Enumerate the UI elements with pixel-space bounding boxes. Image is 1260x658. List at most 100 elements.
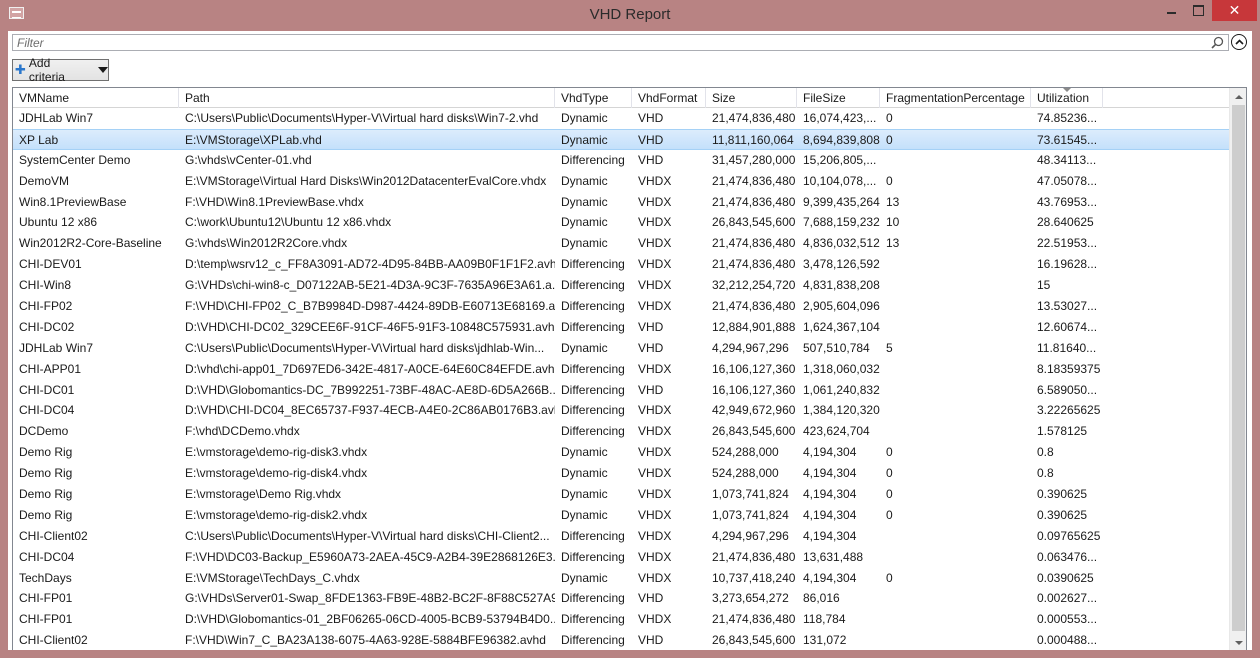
table-row-selected[interactable]: XP Lab E:\VMStorage\XPLab.vhd Dynamic VHD 11… [13, 128, 1229, 150]
table-row[interactable]: DemoVM E:\VMStorage\Virtual Hard Disks\Wi… [13, 171, 1229, 192]
table-row[interactable]: Win2012R2-Core-Baseline G:\vhds\Win2012R2… [13, 233, 1229, 254]
scroll-down-button[interactable] [1230, 634, 1246, 650]
cell-path: E:\vmstorage\demo-rig-disk3.vhdx [185, 445, 368, 460]
cell-vmname: JDHLab Win7 [19, 111, 94, 125]
table-row[interactable]: CHI-Client02 F:\VHD\Win7_C_BA23A138-6075-… [13, 630, 1229, 650]
table-row[interactable]: JDHLab Win7 C:\Users\Public\Documents\Hyp… [13, 108, 1229, 129]
scroll-thumb[interactable] [1232, 105, 1245, 631]
minimize-button[interactable] [1158, 0, 1185, 21]
cell-filesize: 10,104,078,... [803, 173, 877, 188]
table-row[interactable]: SystemCenter Demo G:\vhds\vCenter-01.vhd D… [13, 150, 1229, 171]
cell-vhdtype: Differencing [561, 528, 625, 543]
column-header-size[interactable]: Size [706, 88, 797, 108]
table-row[interactable]: Demo Rig E:\vmstorage\Demo Rig.vhdx Dynami… [13, 484, 1229, 505]
cell-size: 21,474,836,480 [712, 111, 796, 125]
cell-vmname: Win2012R2-Core-Baseline [19, 236, 162, 251]
cell-filesize: 4,194,304 [803, 466, 857, 481]
cell-vhdtype: Differencing [561, 361, 625, 376]
cell-vhdtype: Differencing [561, 424, 625, 439]
table-row[interactable]: CHI-DC01 D:\VHD\Globomantics-DC_7B992251-… [13, 380, 1229, 401]
cell-filesize: 86,016 [803, 591, 840, 606]
cell-path: E:\vmstorage\Demo Rig.vhdx [185, 487, 342, 502]
title-bar[interactable]: VHD Report ✕ [0, 0, 1260, 31]
cell-vhdformat: VHD [638, 382, 664, 397]
cell-fragmentation: 0 [886, 445, 893, 460]
table-row[interactable]: CHI-Win8 G:\VHDs\chi-win8-c_D07122AB-5E21… [13, 275, 1229, 296]
add-criteria-button[interactable]: ✚ Add criteria [12, 56, 109, 84]
table-row[interactable]: Demo Rig E:\vmstorage\demo-rig-disk3.vhdx… [13, 442, 1229, 463]
filter-input[interactable] [13, 35, 1193, 50]
column-header-utilization[interactable]: Utilization [1031, 88, 1103, 108]
collapse-button[interactable] [1231, 34, 1247, 50]
maximize-button[interactable] [1185, 0, 1212, 21]
cell-size: 42,949,672,960 [712, 403, 796, 418]
cell-utilization: 28.640625 [1037, 215, 1094, 230]
cell-vmname: CHI-Client02 [19, 528, 88, 543]
table-row[interactable]: JDHLab Win7 C:\Users\Public\Documents\Hyp… [13, 338, 1229, 359]
filter-field[interactable] [12, 34, 1229, 51]
cell-utilization: 13.53027... [1037, 299, 1098, 314]
cell-utilization: 16.19628... [1037, 257, 1098, 272]
column-header-path[interactable]: Path [179, 88, 555, 108]
column-header-vhdtype[interactable]: VhdType [555, 88, 632, 108]
cell-vhdtype: Dynamic [561, 194, 608, 209]
cell-fragmentation [880, 150, 1031, 170]
table-row[interactable]: CHI-DEV01 D:\temp\wsrv12_c_FF8A3091-AD72-… [13, 254, 1229, 275]
cell-path: G:\VHDs\chi-win8-c_D07122AB-5E21-4D3A-9C… [185, 278, 555, 293]
cell-size: 21,474,836,480 [712, 257, 796, 272]
cell-vmname: CHI-DC02 [19, 319, 75, 334]
cell-vhdformat: VHDX [638, 215, 672, 230]
cell-fragmentation: 0 [886, 111, 893, 125]
scroll-up-button[interactable] [1230, 88, 1246, 105]
cell-size: 21,474,836,480 [712, 194, 796, 209]
cell-vhdformat: VHDX [638, 487, 672, 502]
cell-path: F:\VHD\DC03-Backup_E5960A73-2AEA-45C9-A2… [185, 549, 555, 564]
table-row[interactable]: CHI-DC04 F:\VHD\DC03-Backup_E5960A73-2AEA… [13, 547, 1229, 568]
cell-size: 1,073,741,824 [712, 507, 789, 522]
cell-filesize: 131,072 [803, 633, 847, 648]
table-row[interactable]: Demo Rig E:\vmstorage\demo-rig-disk4.vhdx… [13, 463, 1229, 484]
cell-vmname: CHI-DEV01 [19, 257, 82, 272]
cell-size: 11,811,160,064 [712, 132, 794, 147]
cell-utilization: 0.0390625 [1037, 570, 1094, 585]
cell-vmname: CHI-DC04 [19, 549, 75, 564]
cell-size: 21,474,836,480 [712, 612, 796, 627]
client-area: ✚ Add criteria VMNamePathVhdTypeVhdForma… [8, 31, 1252, 650]
cell-size: 16,106,127,360 [712, 382, 796, 397]
column-header-filesize[interactable]: FileSize [797, 88, 880, 108]
table-row[interactable]: CHI-Client02 C:\Users\Public\Documents\Hy… [13, 526, 1229, 547]
column-header-fragmentation[interactable]: FragmentationPercentage [880, 88, 1031, 108]
cell-size: 32,212,254,720 [712, 278, 796, 293]
table-row[interactable]: Ubuntu 12 x86 C:\work\Ubuntu12\Ubuntu 12 … [13, 212, 1229, 233]
cell-utilization: 43.76953... [1037, 194, 1098, 209]
cell-filesize: 4,194,304 [803, 570, 857, 585]
cell-filesize: 1,384,120,320 [803, 403, 880, 418]
cell-vhdtype: Dynamic [561, 215, 608, 230]
cell-path: E:\VMStorage\Virtual Hard Disks\Win2012D… [185, 173, 547, 188]
table-row[interactable]: DCDemo F:\vhd\DCDemo.vhdx Differencing VHDX… [13, 421, 1229, 442]
cell-filesize: 9,399,435,264 [803, 194, 880, 209]
table-row[interactable]: CHI-FP01 G:\VHDs\Server01-Swap_8FDE1363-F… [13, 588, 1229, 609]
table-row[interactable]: Win8.1PreviewBase F:\VHD\Win8.1PreviewBas… [13, 192, 1229, 213]
vertical-scrollbar[interactable] [1229, 88, 1246, 650]
cell-size: 12,884,901,888 [712, 319, 796, 334]
column-header-vmname[interactable]: VMName [13, 88, 179, 108]
table-row[interactable]: CHI-DC04 D:\VHD\CHI-DC04_8EC65737-F937-4E… [13, 400, 1229, 421]
table-row[interactable]: CHI-FP01 D:\VHD\Globomantics-01_2BF06265-… [13, 609, 1229, 630]
table-row[interactable]: CHI-APP01 D:\vhd\chi-app01_7D697ED6-342E-… [13, 359, 1229, 380]
cell-vhdformat: VHDX [638, 570, 672, 585]
cell-size: 524,288,000 [712, 445, 779, 460]
table-row[interactable]: CHI-FP02 F:\VHD\CHI-FP02_C_B7B9984D-D987-… [13, 296, 1229, 317]
cell-vhdformat: VHDX [638, 299, 672, 314]
table-row[interactable]: CHI-DC02 D:\VHD\CHI-DC02_329CEE6F-91CF-46… [13, 317, 1229, 338]
cell-vhdformat: VHDX [638, 173, 672, 188]
cell-vhdformat: VHDX [638, 361, 672, 376]
cell-size: 21,474,836,480 [712, 173, 796, 188]
search-icon[interactable] [1211, 36, 1224, 49]
table-row[interactable]: Demo Rig E:\vmstorage\demo-rig-disk2.vhdx… [13, 505, 1229, 526]
cell-vhdtype: Dynamic [561, 173, 608, 188]
column-header-vhdformat[interactable]: VhdFormat [632, 88, 706, 108]
cell-utilization: 12.60674... [1037, 319, 1098, 334]
close-button[interactable]: ✕ [1212, 0, 1257, 21]
table-row[interactable]: TechDays E:\VMStorage\TechDays_C.vhdx Dyna… [13, 568, 1229, 589]
